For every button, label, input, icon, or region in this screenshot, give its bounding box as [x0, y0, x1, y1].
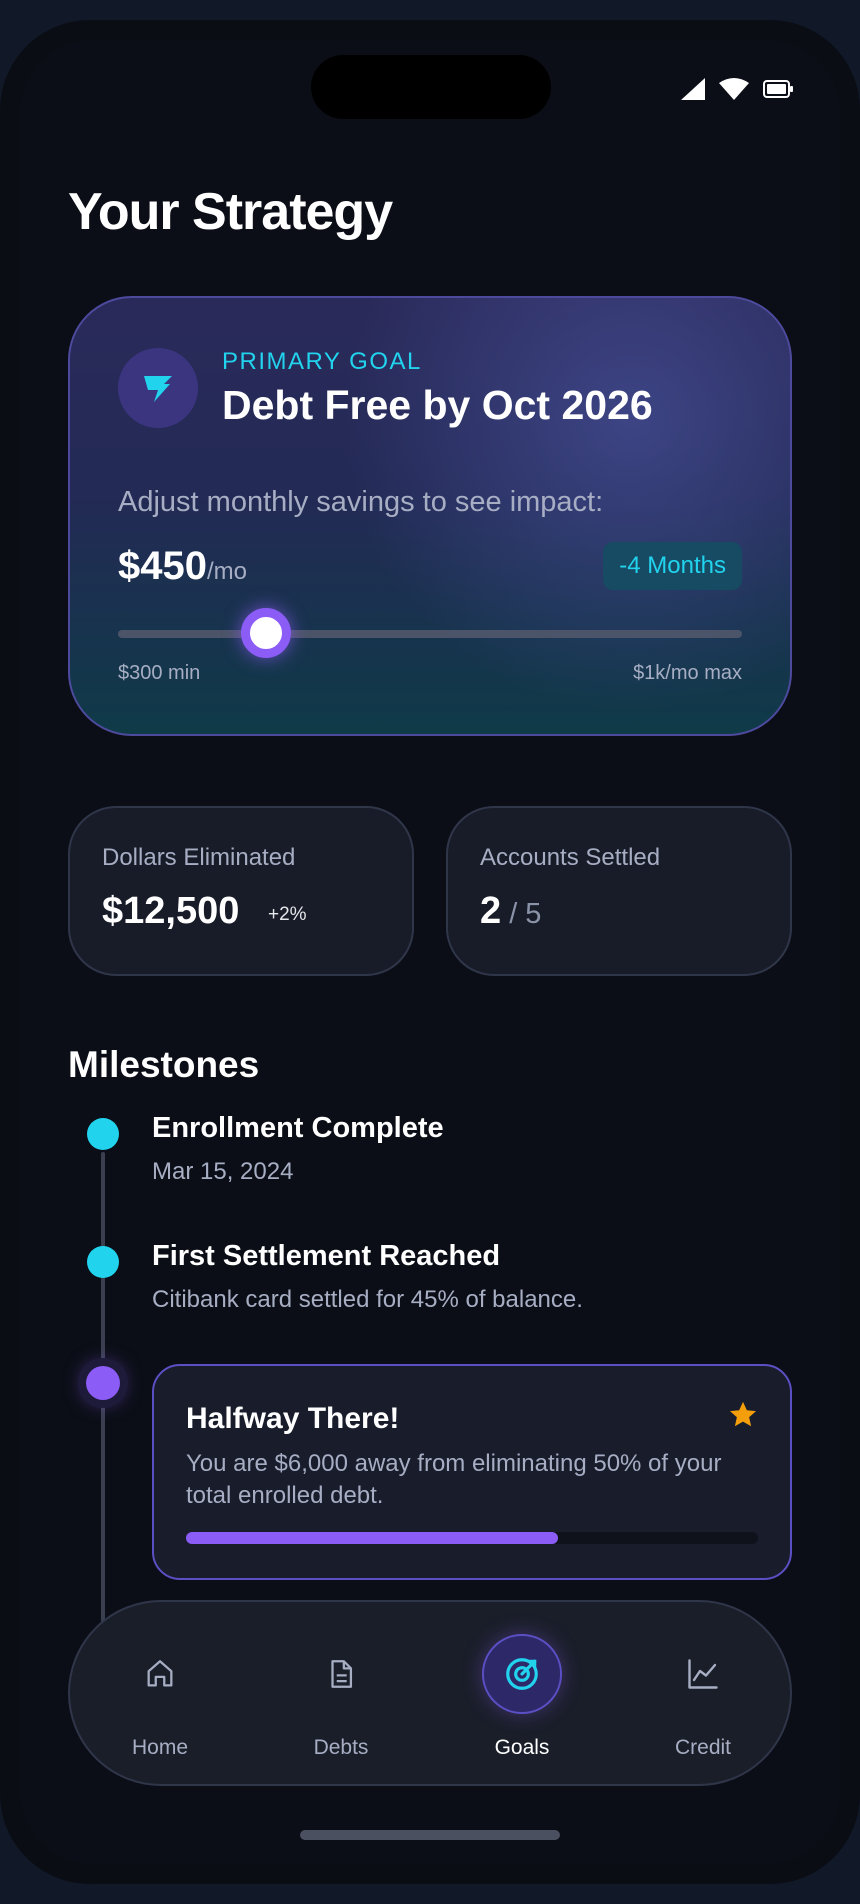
status-bar: [681, 78, 793, 100]
signal-icon: [681, 78, 705, 100]
stat-label: Dollars Eliminated: [102, 844, 296, 871]
milestone-progress-fill: [186, 1532, 558, 1544]
current-milestone-card: Halfway There! You are $6,000 away from …: [152, 1364, 792, 1580]
goal-hint: Adjust monthly savings to see impact:: [118, 486, 604, 518]
chart-icon: [663, 1634, 743, 1714]
nav-item-credit[interactable]: Credit: [623, 1602, 783, 1788]
milestone-title: Enrollment Complete: [152, 1112, 444, 1144]
milestone-progress-track: [186, 1532, 758, 1544]
milestones-title: Milestones: [68, 1044, 260, 1085]
nav-label: Goals: [494, 1736, 550, 1759]
goal-eyebrow: PRIMARY GOAL: [222, 348, 422, 375]
screen: Your Strategy PRIMARY GOAL Debt Free by …: [20, 40, 840, 1864]
monthly-amount-value: $450: [118, 544, 207, 588]
target-icon: [482, 1634, 562, 1714]
accounts-total: / 5: [501, 898, 542, 930]
star-icon: [728, 1400, 758, 1435]
phone-frame: Your Strategy PRIMARY GOAL Debt Free by …: [0, 20, 860, 1884]
primary-goal-card: PRIMARY GOAL Debt Free by Oct 2026 Adjus…: [68, 296, 792, 736]
nav-item-goals[interactable]: Goals: [442, 1602, 602, 1788]
milestone-dot-done: [87, 1118, 119, 1150]
stat-label: Accounts Settled: [480, 844, 661, 871]
nav-item-home[interactable]: Home: [80, 1602, 240, 1788]
slider-min-label: $300 min: [118, 662, 201, 684]
home-icon: [120, 1634, 200, 1714]
current-milestone-text: You are $6,000 away from eliminating 50%…: [186, 1450, 722, 1509]
document-icon: [301, 1634, 381, 1714]
flag-icon: [118, 348, 198, 428]
monthly-amount: $450/mo: [118, 544, 247, 589]
monthly-amount-unit: /mo: [206, 558, 247, 585]
nav-label: Credit: [674, 1736, 732, 1759]
milestone-title: First Settlement Reached: [152, 1240, 501, 1272]
milestone-dot-current: [86, 1366, 120, 1400]
accounts-settled-count: 2: [480, 890, 502, 932]
nav-label: Debts: [313, 1736, 369, 1759]
bottom-nav: Home Debts Goals Credit: [68, 1600, 792, 1786]
accounts-settled-card: Accounts Settled 2 / 5: [446, 806, 792, 976]
milestone-subtitle: Citibank card settled for 45% of balance…: [152, 1286, 583, 1313]
savings-slider-track[interactable]: [118, 630, 742, 638]
goal-title: Debt Free by Oct 2026: [222, 382, 653, 428]
nav-item-debts[interactable]: Debts: [261, 1602, 421, 1788]
battery-icon: [763, 80, 793, 98]
milestone-subtitle: Mar 15, 2024: [152, 1158, 294, 1185]
impact-badge: -4 Months: [603, 542, 742, 590]
stat-value: 2 / 5: [480, 890, 541, 933]
savings-slider-thumb[interactable]: [240, 608, 291, 658]
page-title: Your Strategy: [68, 183, 393, 241]
dynamic-island: [311, 55, 551, 119]
milestone-dot-done: [87, 1246, 119, 1278]
nav-label: Home: [131, 1736, 189, 1759]
wifi-icon: [719, 78, 749, 100]
slider-max-label: $1k/mo max: [633, 662, 742, 684]
current-milestone-title: Halfway There!: [186, 1402, 400, 1435]
stat-delta: +2%: [268, 904, 307, 925]
stat-value: $12,500: [102, 890, 240, 932]
home-indicator: [300, 1830, 560, 1840]
dollars-eliminated-card: Dollars Eliminated $12,500 +2%: [68, 806, 414, 976]
